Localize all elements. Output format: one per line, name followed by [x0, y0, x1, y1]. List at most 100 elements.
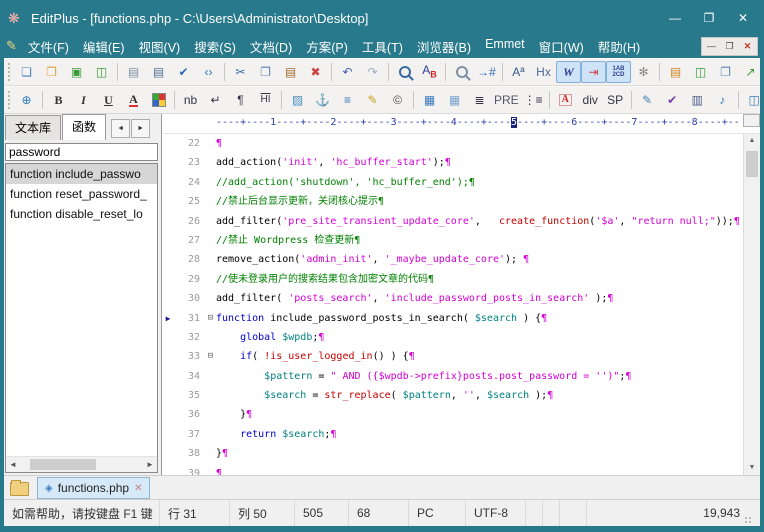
scroll-up-arrow-icon[interactable]: ▲ — [749, 134, 756, 148]
menu-view[interactable]: 视图(V) — [132, 34, 188, 59]
toolbar-button-paste[interactable]: ▤ — [278, 61, 303, 83]
toolbar-button-script-check[interactable]: ✔ — [660, 89, 685, 111]
toolbar-button-preferences[interactable]: ✻ — [631, 61, 656, 83]
code-line-35[interactable]: 35 $search = str_replace( $pattern, '', … — [162, 386, 743, 405]
function-filter-input[interactable] — [5, 143, 158, 161]
toolbar-button-paragraph[interactable]: ¶ — [228, 89, 253, 111]
code-line-36[interactable]: 36 }¶ — [162, 405, 743, 424]
mdi-restore-button[interactable]: ❐ — [721, 40, 738, 53]
toolbar-button-span-tag[interactable]: SP — [603, 89, 628, 111]
toolbar-button-copy[interactable]: ❐ — [253, 61, 278, 83]
hscroll-right-arrow-icon[interactable]: ► — [143, 460, 157, 469]
toolbar-button-non-breaking-space[interactable]: nb — [178, 89, 203, 111]
tab-functions-php[interactable]: ◈ functions.php ✕ — [37, 477, 150, 499]
toolbar-button-heading[interactable]: HI — [253, 89, 278, 111]
toolbar-button-preformatted[interactable]: PRE — [492, 89, 521, 111]
mdi-minimize-button[interactable]: — — [703, 40, 720, 53]
split-handle[interactable] — [743, 114, 760, 127]
toolbar-button-new-document[interactable]: ❏ — [14, 61, 39, 83]
code-line-33[interactable]: 33⊟ if( !is_user_logged_in() ) {¶ — [162, 347, 743, 366]
toolbar-button-undo[interactable]: ↶ — [335, 61, 360, 83]
menu-project[interactable]: 方案(P) — [299, 34, 355, 59]
toolbar-grip[interactable] — [8, 91, 10, 109]
code-line-29[interactable]: 29//使未登录用户的搜索结果包含加密文章的代码¶ — [162, 270, 743, 289]
toolbar-button-horizontal-rule[interactable]: ≡ — [335, 89, 360, 111]
toolbar-button-cut[interactable]: ✂ — [228, 61, 253, 83]
code-line-37[interactable]: 37 return $search;¶ — [162, 425, 743, 444]
toolbar-button-delete[interactable]: ✖ — [303, 61, 328, 83]
sidebar-tab-scroll-right[interactable]: ► — [131, 119, 150, 138]
menu-window[interactable]: 窗口(W) — [532, 34, 591, 59]
toolbar-button-replace[interactable]: AB — [417, 61, 442, 83]
toolbar-button-italic[interactable]: I — [71, 89, 96, 111]
function-list-hscrollbar[interactable]: ◄ ► — [6, 456, 157, 472]
fold-collapse-icon[interactable]: ⊟ — [205, 347, 216, 366]
toolbar-button-web-browser[interactable]: ⊕ — [14, 89, 39, 111]
code-line-32[interactable]: 32 global $wpdb;¶ — [162, 328, 743, 347]
toolbar-button-save[interactable]: ▣ — [64, 61, 89, 83]
menu-emmet[interactable]: Emmet — [478, 34, 532, 59]
toolbar-button-word-wrap[interactable]: W — [556, 61, 581, 83]
toolbar-button-form-fields[interactable]: ◫ — [742, 89, 760, 111]
function-list-item[interactable]: function disable_reset_lo — [6, 204, 157, 224]
menu-tools[interactable]: 工具(T) — [355, 34, 410, 59]
maximize-button[interactable]: ❐ — [692, 6, 726, 30]
toolbar-button-open-file[interactable]: ❐ — [39, 61, 64, 83]
toolbar-button-tile-windows[interactable]: ◫ — [688, 61, 713, 83]
code-area[interactable]: 22¶23add_action('init', 'hc_buffer_start… — [162, 134, 743, 475]
toolbar-button-copyright[interactable]: © — [385, 89, 410, 111]
code-line-26[interactable]: 26add_filter('pre_site_transient_update_… — [162, 212, 743, 231]
editor-vscrollbar[interactable]: ▲ ▼ — [743, 134, 760, 475]
sidebar-tab-functions[interactable]: 函数 — [62, 114, 106, 140]
close-button[interactable]: ✕ — [726, 6, 760, 30]
toolbar-button-html-tags[interactable]: ‹› — [196, 61, 221, 83]
toolbar-button-note[interactable]: ✎ — [360, 89, 385, 111]
code-line-38[interactable]: 38}¶ — [162, 444, 743, 463]
toolbar-button-color-palette[interactable] — [146, 89, 171, 111]
toolbar-button-underline[interactable]: U — [96, 89, 121, 111]
toolbar-button-bold[interactable]: B — [46, 89, 71, 111]
toolbar-button-goto-line[interactable]: →# — [474, 61, 499, 83]
toolbar-button-font-tag[interactable]: A — [553, 89, 578, 111]
toolbar-button-table-properties[interactable]: ▦ — [442, 89, 467, 111]
toolbar-button-font-options[interactable]: Aª — [506, 61, 531, 83]
code-line-39[interactable]: 39¶ — [162, 464, 743, 475]
code-line-30[interactable]: 30add_filter( 'posts_search', 'include_p… — [162, 289, 743, 308]
function-list-item[interactable]: function include_passwo — [6, 164, 157, 184]
toolbar-button-hex-viewer[interactable]: Hx — [531, 61, 556, 83]
code-line-31[interactable]: ▶31⊟function include_password_posts_in_s… — [162, 309, 743, 328]
scroll-down-arrow-icon[interactable]: ▼ — [749, 461, 756, 475]
vscroll-thumb[interactable] — [746, 151, 758, 177]
tab-close-icon[interactable]: ✕ — [134, 483, 142, 494]
toolbar-button-redo[interactable]: ↷ — [360, 61, 385, 83]
code-line-23[interactable]: 23add_action('init', 'hc_buffer_start');… — [162, 153, 743, 172]
code-line-22[interactable]: 22¶ — [162, 134, 743, 153]
toolbar-button-line-break[interactable]: ↵ — [203, 89, 228, 111]
toolbar-button-div-tag[interactable]: div — [578, 89, 603, 111]
menu-help[interactable]: 帮助(H) — [591, 34, 647, 59]
toolbar-button-video[interactable]: ▥ — [685, 89, 710, 111]
toolbar-button-document-list[interactable]: ▤ — [663, 61, 688, 83]
toolbar-button-anchor[interactable]: ⚓ — [310, 89, 335, 111]
toolbar-button-spell-check[interactable]: ✔ — [171, 61, 196, 83]
hscroll-thumb[interactable] — [30, 459, 96, 470]
toolbar-button-form-edit[interactable]: ✎ — [635, 89, 660, 111]
menu-search[interactable]: 搜索(S) — [187, 34, 243, 59]
toolbar-button-image[interactable]: ▨ — [285, 89, 310, 111]
toolbar-button-find[interactable] — [392, 61, 417, 83]
minimize-button[interactable]: — — [658, 6, 692, 30]
function-list-item[interactable]: function reset_password_ — [6, 184, 157, 204]
toolbar-button-bullet-list[interactable]: ⋮≡ — [521, 89, 546, 111]
code-line-27[interactable]: 27//禁止 Wordpress 检查更新¶ — [162, 231, 743, 250]
toolbar-button-audio[interactable]: ♪ — [710, 89, 735, 111]
toolbar-button-view-in-browser[interactable]: ↗ — [738, 61, 760, 83]
menu-document[interactable]: 文档(D) — [243, 34, 299, 59]
toolbar-button-table[interactable]: ▦ — [417, 89, 442, 111]
sidebar-tab-scroll-left[interactable]: ◄ — [111, 119, 130, 138]
toolbar-button-print-preview[interactable]: ▤ — [121, 61, 146, 83]
toolbar-button-browser-window[interactable]: ❐ — [713, 61, 738, 83]
sidebar-tab-cliptext[interactable]: 文本库 — [5, 115, 61, 140]
fold-collapse-icon[interactable]: ⊟ — [205, 309, 216, 328]
toolbar-button-find-in-files[interactable] — [449, 61, 474, 83]
code-line-28[interactable]: 28remove_action('admin_init', '_maybe_up… — [162, 250, 743, 269]
